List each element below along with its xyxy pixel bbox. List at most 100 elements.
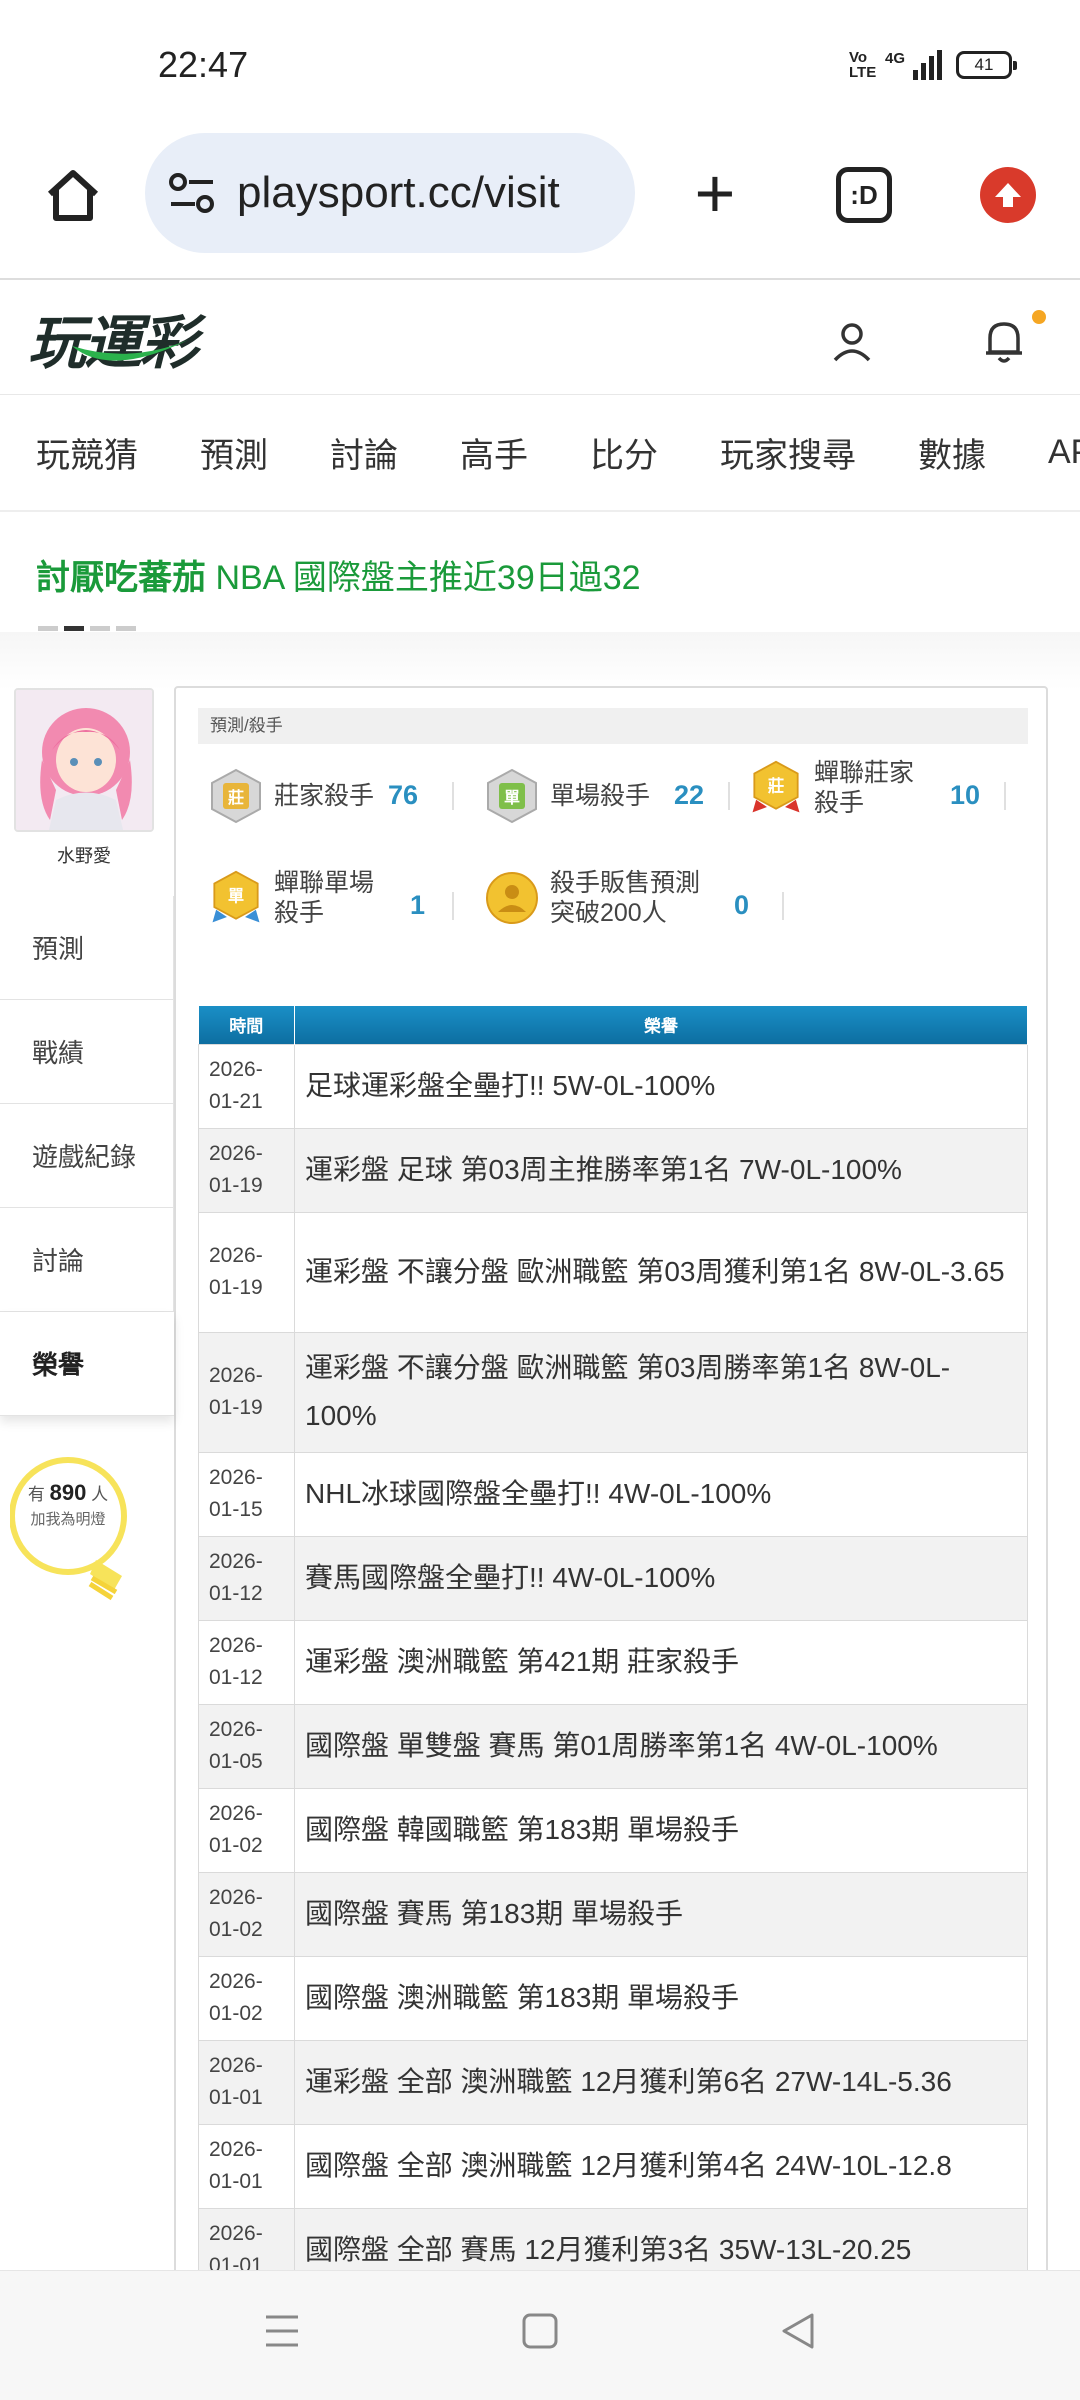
fans-count: 890 xyxy=(49,1480,87,1505)
avatar-image xyxy=(16,690,152,830)
pager-dot[interactable] xyxy=(90,626,110,631)
medal-single-killer: 單 單場殺手 xyxy=(484,768,650,824)
logo-swoosh-icon xyxy=(72,340,188,361)
medal-consecutive-single: 單 蟬聯單場 殺手 xyxy=(208,868,374,928)
profile-menu-game-log[interactable]: 遊戲紀錄 xyxy=(0,1104,174,1208)
honor-rows: 2026- 01-21 足球運彩盤全壘打!! 5W-0L-100% 2026- 01-1… xyxy=(198,1043,1028,2293)
row-date-year: 2026- xyxy=(209,1634,263,1657)
table-row: 2026- 01-02 國際盤 澳洲職籃 第183期 單場殺手 xyxy=(198,1955,1028,2041)
nav-item-scores[interactable]: 比分 xyxy=(590,428,658,477)
row-date-monthday: 01-19 xyxy=(209,1276,263,1299)
lightbulb-icon[interactable] xyxy=(10,1450,130,1610)
profile-menu: 預測 戰績 遊戲紀錄 討論 榮譽 xyxy=(0,896,174,1416)
row-date: 2026- 01-19 xyxy=(198,1127,295,1213)
row-date: 2026- 01-02 xyxy=(198,1955,295,2041)
tab-switcher-button[interactable]: :D xyxy=(836,167,892,223)
table-row: 2026- 01-01 國際盤 全部 澳洲職籃 12月獲利第4名 24W-10L-1… xyxy=(198,2123,1028,2209)
table-row: 2026- 01-15 NHL冰球國際盤全壘打!! 4W-0L-100% xyxy=(198,1451,1028,1537)
row-honor-text: NHL冰球國際盤全壘打!! 4W-0L-100% xyxy=(294,1451,1028,1537)
row-honor-text: 國際盤 全部 澳洲職籃 12月獲利第4名 24W-10L-12.8 xyxy=(294,2123,1028,2209)
row-honor-text: 運彩盤 足球 第03周主推勝率第1名 7W-0L-100% xyxy=(294,1127,1028,1213)
table-row: 2026- 01-05 國際盤 單雙盤 賽馬 第01周勝率第1名 4W-0L-100… xyxy=(198,1703,1028,1789)
row-date: 2026- 01-01 xyxy=(198,2039,295,2125)
nav-item-forum[interactable]: 討論 xyxy=(330,428,398,477)
menu-icon[interactable] xyxy=(262,2311,302,2351)
home-button[interactable] xyxy=(38,160,108,230)
status-icons: Vo LTE 4G 41 xyxy=(848,49,1017,81)
volte-icon: Vo LTE xyxy=(848,49,877,81)
signal-icon xyxy=(913,50,942,80)
username[interactable]: 水野愛 xyxy=(0,842,168,868)
row-date-year: 2026- xyxy=(209,1970,263,1993)
avatar[interactable] xyxy=(14,688,154,832)
arrow-up-icon xyxy=(995,183,1021,207)
row-date: 2026- 01-02 xyxy=(198,1787,295,1873)
back-icon[interactable] xyxy=(778,2311,818,2351)
ticker-user: 討厭吃蕃茄 xyxy=(36,559,206,597)
row-date: 2026- 01-02 xyxy=(198,1871,295,1957)
nav-item-player-search[interactable]: 玩家搜尋 xyxy=(720,428,856,477)
consecutive-single-gold-icon: 單 xyxy=(212,870,260,923)
ticker-text[interactable]: 討厭吃蕃茄 NBA 國際盤主推近39日過32 xyxy=(36,550,641,599)
nav-item-guess[interactable]: 玩競猜 xyxy=(36,428,138,477)
row-date-monthday: 01-21 xyxy=(209,1090,263,1113)
site-settings-icon[interactable] xyxy=(167,171,217,215)
row-date-monthday: 01-02 xyxy=(209,2002,263,2025)
table-row: 2026- 01-19 運彩盤 足球 第03周主推勝率第1名 7W-0L-100% xyxy=(198,1127,1028,1213)
section-divider xyxy=(0,632,1080,690)
medal-label: 蟬聯單場 殺手 xyxy=(274,868,374,928)
address-bar[interactable]: playsport.cc/visit xyxy=(145,133,635,253)
row-date-year: 2026- xyxy=(209,1058,263,1081)
pager-dot[interactable] xyxy=(116,626,136,631)
row-honor-text: 國際盤 澳洲職籃 第183期 單場殺手 xyxy=(294,1955,1028,2041)
nav-item-app[interactable]: APP xyxy=(1048,433,1080,472)
banker-killer-silver-icon: 莊 xyxy=(211,768,261,824)
row-date-year: 2026- xyxy=(209,2222,263,2245)
medal-count: 10 xyxy=(950,780,981,810)
fans-suffix: 人 xyxy=(91,1485,109,1504)
sales-200-gold-icon xyxy=(486,872,538,924)
table-row: 2026- 01-19 運彩盤 不讓分盤 歐洲職籃 第03周獲利第1名 8W-0L-… xyxy=(198,1211,1028,1333)
consecutive-banker-gold-icon: 莊 xyxy=(752,760,800,813)
update-button[interactable] xyxy=(980,167,1036,223)
profile-menu-record[interactable]: 戰績 xyxy=(0,1000,174,1104)
profile-menu-honor[interactable]: 榮譽 xyxy=(0,1312,174,1416)
separator xyxy=(452,892,454,920)
table-row: 2026- 01-01 運彩盤 全部 澳洲職籃 12月獲利第6名 27W-14L-5… xyxy=(198,2039,1028,2125)
bell-icon[interactable] xyxy=(982,316,1026,366)
row-date: 2026- 01-21 xyxy=(198,1043,295,1129)
row-date-year: 2026- xyxy=(209,1718,263,1741)
row-date-year: 2026- xyxy=(209,1244,263,1267)
nav-item-data[interactable]: 數據 xyxy=(918,428,986,477)
row-date: 2026- 01-19 xyxy=(198,1211,295,1333)
battery-icon: 41 xyxy=(956,51,1017,79)
home-icon xyxy=(47,170,99,221)
news-ticker[interactable]: 討厭吃蕃茄 NBA 國際盤主推近39日過32 xyxy=(0,512,1080,632)
svg-text:單: 單 xyxy=(228,887,244,906)
nav-item-experts[interactable]: 高手 xyxy=(460,428,528,477)
new-tab-button[interactable]: + xyxy=(680,158,750,232)
row-date: 2026- 01-19 xyxy=(198,1331,295,1453)
medal-count: 22 xyxy=(674,780,705,810)
user-icon[interactable] xyxy=(830,320,874,364)
profile-menu-predict[interactable]: 預測 xyxy=(0,896,174,1000)
network-label: 4G xyxy=(884,50,905,67)
table-header-row: 時間 榮譽 xyxy=(198,1006,1028,1044)
status-time: 22:47 xyxy=(158,44,249,85)
medal-label-line2: 殺手 xyxy=(274,899,325,927)
fans-count-text: 有 890 人 xyxy=(18,1480,118,1506)
medal-label-line1: 殺手販售預測 xyxy=(550,869,701,897)
nav-item-predict[interactable]: 預測 xyxy=(200,428,268,477)
home-square-icon[interactable] xyxy=(520,2311,560,2351)
fans-label[interactable]: 加我為明燈 xyxy=(18,1508,118,1529)
row-date-monthday: 01-15 xyxy=(209,1498,263,1521)
profile-menu-forum[interactable]: 討論 xyxy=(0,1208,174,1312)
medal-consecutive-banker: 莊 蟬聯莊家 殺手 xyxy=(748,758,914,818)
row-date-year: 2026- xyxy=(209,1142,263,1165)
table-row: 2026- 01-02 國際盤 賽馬 第183期 單場殺手 xyxy=(198,1871,1028,1957)
pager-dot[interactable] xyxy=(38,626,58,631)
row-date-monthday: 01-01 xyxy=(209,2086,263,2109)
table-row: 2026- 01-21 足球運彩盤全壘打!! 5W-0L-100% xyxy=(198,1043,1028,1129)
honor-panel: 預測/殺手 莊 莊家殺手 76 單 單場殺手 22 莊 蟬聯莊家 殺手 10 單 xyxy=(174,686,1048,2400)
pager-dot-active[interactable] xyxy=(64,626,84,631)
